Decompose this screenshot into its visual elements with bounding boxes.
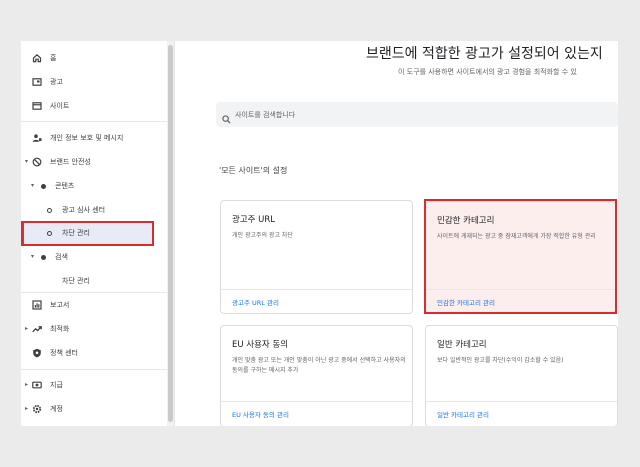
sidebar-item-privacy-messaging[interactable]: 개인 정보 보호 및 메시지	[21, 128, 167, 148]
sidebar-item-ads[interactable]: 광고	[21, 72, 167, 92]
highlight-box	[21, 221, 154, 246]
sidebar-item-ad-review-center[interactable]: 광고 심사 센터	[21, 200, 167, 220]
sidebar-item-brand-safety[interactable]: ▾ 브랜드 안전성	[21, 152, 167, 172]
sidebar-item-label: 홈	[50, 54, 57, 62]
general-categories-card: 일반 카테고리 보다 일반적인 광고를 차단(수익이 감소할 수 있음) 일반 …	[425, 325, 618, 426]
card-divider	[426, 401, 617, 402]
chevron-right-icon[interactable]: ▸	[25, 405, 28, 412]
search-placeholder: 사이트를 검색합니다	[235, 111, 296, 119]
bullet-icon	[41, 255, 46, 260]
advertiser-url-card: 광고주 URL 개인 광고주의 광고 차단 광고주 URL 관리	[220, 200, 413, 314]
sidebar-item-label: 광고	[50, 78, 63, 86]
advertiser-url-manage-link[interactable]: 광고주 URL 관리	[232, 297, 279, 307]
sidebar-item-label: 지급	[50, 381, 63, 389]
sidebar-item-reports[interactable]: 보고서	[21, 295, 167, 315]
ads-icon	[32, 77, 42, 87]
general-categories-manage-link[interactable]: 일반 카테고리 관리	[437, 409, 489, 419]
payments-icon	[32, 380, 42, 390]
sidebar-item-account[interactable]: ▸ 계정	[21, 399, 167, 419]
section-title: '모든 사이트'의 설정	[219, 166, 288, 175]
sidebar-item-label: 보고서	[50, 301, 70, 309]
search-icon	[222, 109, 231, 128]
sidebar-divider	[21, 292, 167, 293]
circle-outline-icon	[47, 208, 52, 213]
reports-icon	[32, 300, 42, 310]
sidebar-item-label: 사이트	[50, 102, 70, 110]
sidebar-item-label: 정책 센터	[50, 349, 78, 357]
card-title: EU 사용자 동의	[232, 340, 289, 350]
sidebar-item-label: 광고 심사 센터	[62, 206, 106, 214]
privacy-icon	[32, 133, 42, 143]
highlight-box	[424, 199, 617, 314]
sidebar-divider	[21, 121, 167, 122]
app-window: 홈 광고 사이트 개인 정보 보호 및 메시지 ▾ 브랜드 안전성 ▾ 콘텐츠 …	[21, 41, 618, 426]
card-title: 광고주 URL	[232, 215, 276, 225]
sidebar-item-search[interactable]: ▾ 검색	[21, 247, 167, 267]
sidebar-item-payments[interactable]: ▸ 지급	[21, 375, 167, 395]
sidebar-item-home[interactable]: 홈	[21, 48, 167, 68]
sidebar-item-policy-center[interactable]: 정책 센터	[21, 343, 167, 363]
eu-user-consent-manage-link[interactable]: EU 사용자 동의 관리	[232, 409, 289, 419]
sidebar-item-label: 차단 관리	[62, 277, 90, 285]
chevron-down-icon[interactable]: ▾	[25, 158, 28, 165]
page-title: 브랜드에 적합한 광고가 설정되어 있는지	[366, 46, 603, 62]
sidebar-item-label: 최적화	[50, 325, 70, 333]
bullet-icon	[41, 184, 46, 189]
sidebar-item-label: 개인 정보 보호 및 메시지	[50, 134, 124, 142]
trending-icon	[32, 324, 42, 334]
chevron-down-icon[interactable]: ▾	[31, 253, 34, 260]
card-description: 개인 맞춤 광고 또는 개인 맞춤이 아닌 광고 중에서 선택하고 사용자의 동…	[232, 357, 406, 374]
site-search-input[interactable]: 사이트를 검색합니다	[216, 102, 618, 127]
chevron-right-icon[interactable]: ▸	[25, 381, 28, 388]
sidebar-divider	[21, 369, 167, 370]
sidebar-item-label: 콘텐츠	[55, 182, 75, 190]
sidebar-item-optimization[interactable]: ▸ 최적화	[21, 319, 167, 339]
sidebar-item-label: 계정	[50, 405, 63, 413]
chevron-right-icon[interactable]: ▸	[25, 325, 28, 332]
sidebar-item-blocking-controls-search[interactable]: 차단 관리	[21, 271, 167, 291]
card-title: 일반 카테고리	[437, 340, 487, 350]
block-icon	[32, 157, 42, 167]
eu-user-consent-card: EU 사용자 동의 개인 맞춤 광고 또는 개인 맞춤이 아닌 광고 중에서 선…	[220, 325, 413, 426]
chevron-down-icon[interactable]: ▾	[31, 182, 34, 189]
sidebar-item-content[interactable]: ▾ 콘텐츠	[21, 176, 167, 196]
page-subtitle: 이 도구를 사용하면 사이트에서의 광고 경험을 최적화할 수 있	[398, 68, 577, 76]
sidebar-item-label: 브랜드 안전성	[50, 158, 91, 166]
policy-shield-icon	[32, 348, 42, 358]
card-divider	[221, 289, 412, 290]
card-description: 보다 일반적인 광고를 차단(수익이 감소할 수 있음)	[437, 357, 564, 364]
sites-icon	[32, 101, 42, 111]
sidebar-scrollbar-thumb[interactable]	[168, 45, 173, 422]
sidebar-item-label: 검색	[55, 253, 68, 261]
gear-icon	[32, 404, 42, 414]
card-description: 개인 광고주의 광고 차단	[232, 232, 293, 239]
card-divider	[221, 401, 412, 402]
home-icon	[32, 53, 42, 63]
sidebar-border	[174, 41, 175, 426]
sidebar: 홈 광고 사이트 개인 정보 보호 및 메시지 ▾ 브랜드 안전성 ▾ 콘텐츠 …	[21, 41, 167, 426]
sidebar-item-sites[interactable]: 사이트	[21, 96, 167, 116]
